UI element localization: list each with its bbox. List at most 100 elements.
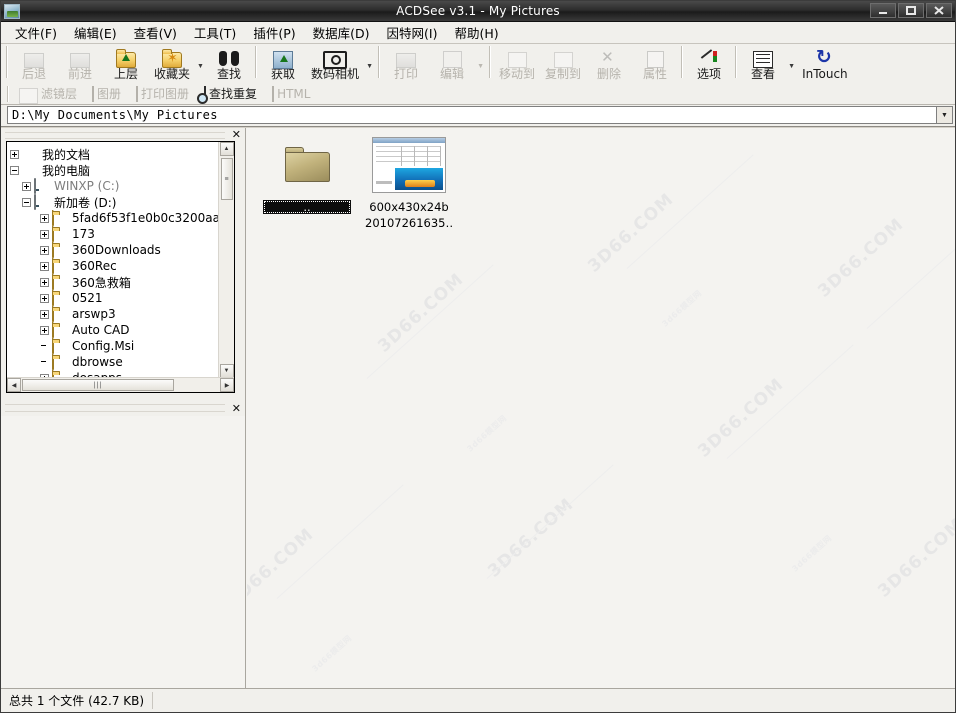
print-icon [396,47,416,69]
toolbar-album-button[interactable]: 图册 [86,85,130,102]
folder-tree-rows: 我的文档 我的电脑 WINXP (C:) [7,142,219,378]
close-button[interactable] [926,3,952,18]
menu-bar: 文件(F) 编辑(E) 查看(V) 工具(T) 插件(P) 数据库(D) 因特网… [1,22,955,44]
camera-dropdown-arrow[interactable]: ▼ [364,45,375,83]
toolbar-up-label: 上层 [114,68,138,81]
watermark-text: 3D66.COM [874,514,955,601]
toolbar-find-button[interactable]: 查找 [206,45,252,81]
tree-node-my-computer[interactable]: 我的电脑 [10,162,219,178]
toolbar-separator [735,46,737,78]
expander-plus-icon[interactable] [40,310,49,319]
preview-pane-header: ✕ [1,401,245,416]
tree-node-folder[interactable]: 5fad6f53f1e0b0c3200aa435 [10,210,219,226]
tree-vertical-scrollbar[interactable]: ▲ ≡ ▼ [218,142,234,378]
preview-pane-close-button[interactable]: ✕ [232,401,241,416]
view-dropdown-arrow[interactable]: ▼ [786,45,797,83]
tree-node-newvolume-d[interactable]: 新加卷 (D:) [10,194,219,210]
expander-plus-icon[interactable] [40,262,49,271]
tree-node-folder[interactable]: Auto CAD [10,322,219,338]
toolbar-delete-button[interactable]: 删除 [586,45,632,81]
toolbar-properties-button[interactable]: 属性 [632,45,678,81]
tree-node-label: 我的电脑 [42,162,90,179]
tree-node-folder[interactable]: 360Downloads [10,242,219,258]
toolbar-move-to-button[interactable]: 移动到 [494,45,540,81]
menu-plugins[interactable]: 插件(P) [245,21,304,44]
pane-drag-grip[interactable] [5,132,225,139]
scroll-thumb[interactable]: ≡ [221,158,233,200]
expander-plus-icon[interactable] [22,182,31,191]
toolbar-print-album-button[interactable]: 打印图册 [130,85,198,102]
toolbar-properties-label: 属性 [643,68,667,81]
tree-node-my-documents[interactable]: 我的文档 [10,146,219,162]
tree-node-label: dbrowse [72,355,123,369]
tree-node-folder[interactable]: 0521 [10,290,219,306]
tree-horizontal-scrollbar[interactable]: ◀ ||| ▶ [7,377,234,392]
toolbar-intouch-button[interactable]: InTouch [797,45,853,81]
expander-plus-icon[interactable] [10,150,19,159]
menu-file[interactable]: 文件(F) [7,21,66,44]
toolbar-copy-to-button[interactable]: 复制到 [540,45,586,81]
menu-edit[interactable]: 编辑(E) [66,21,126,44]
address-input[interactable]: D:\My Documents\My Pictures [7,106,936,124]
tree-node-folder[interactable]: arswp3 [10,306,219,322]
menu-database[interactable]: 数据库(D) [305,21,379,44]
tree-node-folder[interactable]: 360Rec [10,258,219,274]
tree-node-winxp-c[interactable]: WINXP (C:) [10,178,219,194]
edit-dropdown-arrow[interactable]: ▼ [475,45,486,83]
scroll-down-icon[interactable]: ▼ [220,364,234,378]
forward-icon [70,47,90,69]
toolbar-view-button[interactable]: 查看 [740,45,786,81]
expander-plus-icon[interactable] [40,278,49,287]
toolbar-acquire-label: 获取 [271,68,295,81]
minimize-button[interactable] [870,3,896,18]
toolbar-forward-button[interactable]: 前进 [57,45,103,81]
expander-plus-icon[interactable] [40,246,49,255]
expander-plus-icon[interactable] [40,326,49,335]
toolbar-favorites-button[interactable]: 收藏夹 [149,45,195,81]
watermark-text: 3D66.COM [814,214,908,301]
toolbar-edit-button[interactable]: 编辑 [429,45,475,81]
maximize-button[interactable] [898,3,924,18]
tree-node-label: WINXP (C:) [54,179,119,193]
folder-tree[interactable]: 我的文档 我的电脑 WINXP (C:) [6,141,235,393]
menu-help[interactable]: 帮助(H) [446,21,507,44]
scroll-right-icon[interactable]: ▶ [220,378,234,392]
menu-internet[interactable]: 因特网(I) [379,21,447,44]
html-icon [272,87,274,101]
tree-node-folder[interactable]: dbrowse [10,354,219,370]
toolbar-options-label: 选项 [697,68,721,81]
toolbar-acquire-button[interactable]: 获取 [260,45,306,81]
expander-plus-icon[interactable] [40,214,49,223]
toolbar-html-button[interactable]: HTML [266,87,319,101]
tree-node-folder[interactable]: 173 [10,226,219,242]
expander-plus-icon[interactable] [40,294,49,303]
tree-node-folder[interactable]: Config.Msi [10,338,219,354]
tree-pane-close-button[interactable]: ✕ [232,128,241,141]
status-secondary [153,692,955,709]
preview-drag-grip[interactable] [5,404,225,412]
toolbar-up-button[interactable]: 上层 [103,45,149,81]
menu-tools[interactable]: 工具(T) [186,21,245,44]
scroll-left-icon[interactable]: ◀ [7,378,21,392]
my-documents-icon [22,147,38,161]
filter-layer-icon [19,84,38,104]
expander-plus-icon[interactable] [40,230,49,239]
toolbar-find-duplicates-button[interactable]: 查找重复 [198,85,266,102]
toolbar-filter-layer-button[interactable]: 滤镜层 [13,84,86,104]
tree-node-folder[interactable]: 360急救箱 [10,274,219,290]
toolbar-options-button[interactable]: 选项 [686,45,732,81]
toolbar-camera-button[interactable]: 数码相机 [306,45,364,81]
scroll-up-icon[interactable]: ▲ [220,142,234,156]
toolbar-print-button[interactable]: 打印 [383,45,429,81]
tree-node-label: 0521 [72,291,103,305]
hscroll-thumb[interactable]: ||| [22,379,174,391]
file-list-pane[interactable]: .. 600x430x24b 20107261635… [247,128,955,688]
tree-pane-header: ✕ [1,128,245,141]
expander-minus-icon[interactable] [22,198,31,207]
menu-view[interactable]: 查看(V) [126,21,186,44]
chevron-down-icon[interactable]: ▼ [936,106,953,124]
toolbar-back-button[interactable]: 后退 [11,45,57,81]
favorites-dropdown-arrow[interactable]: ▼ [195,45,206,83]
folder-icon [52,355,68,369]
expander-minus-icon[interactable] [10,166,19,175]
